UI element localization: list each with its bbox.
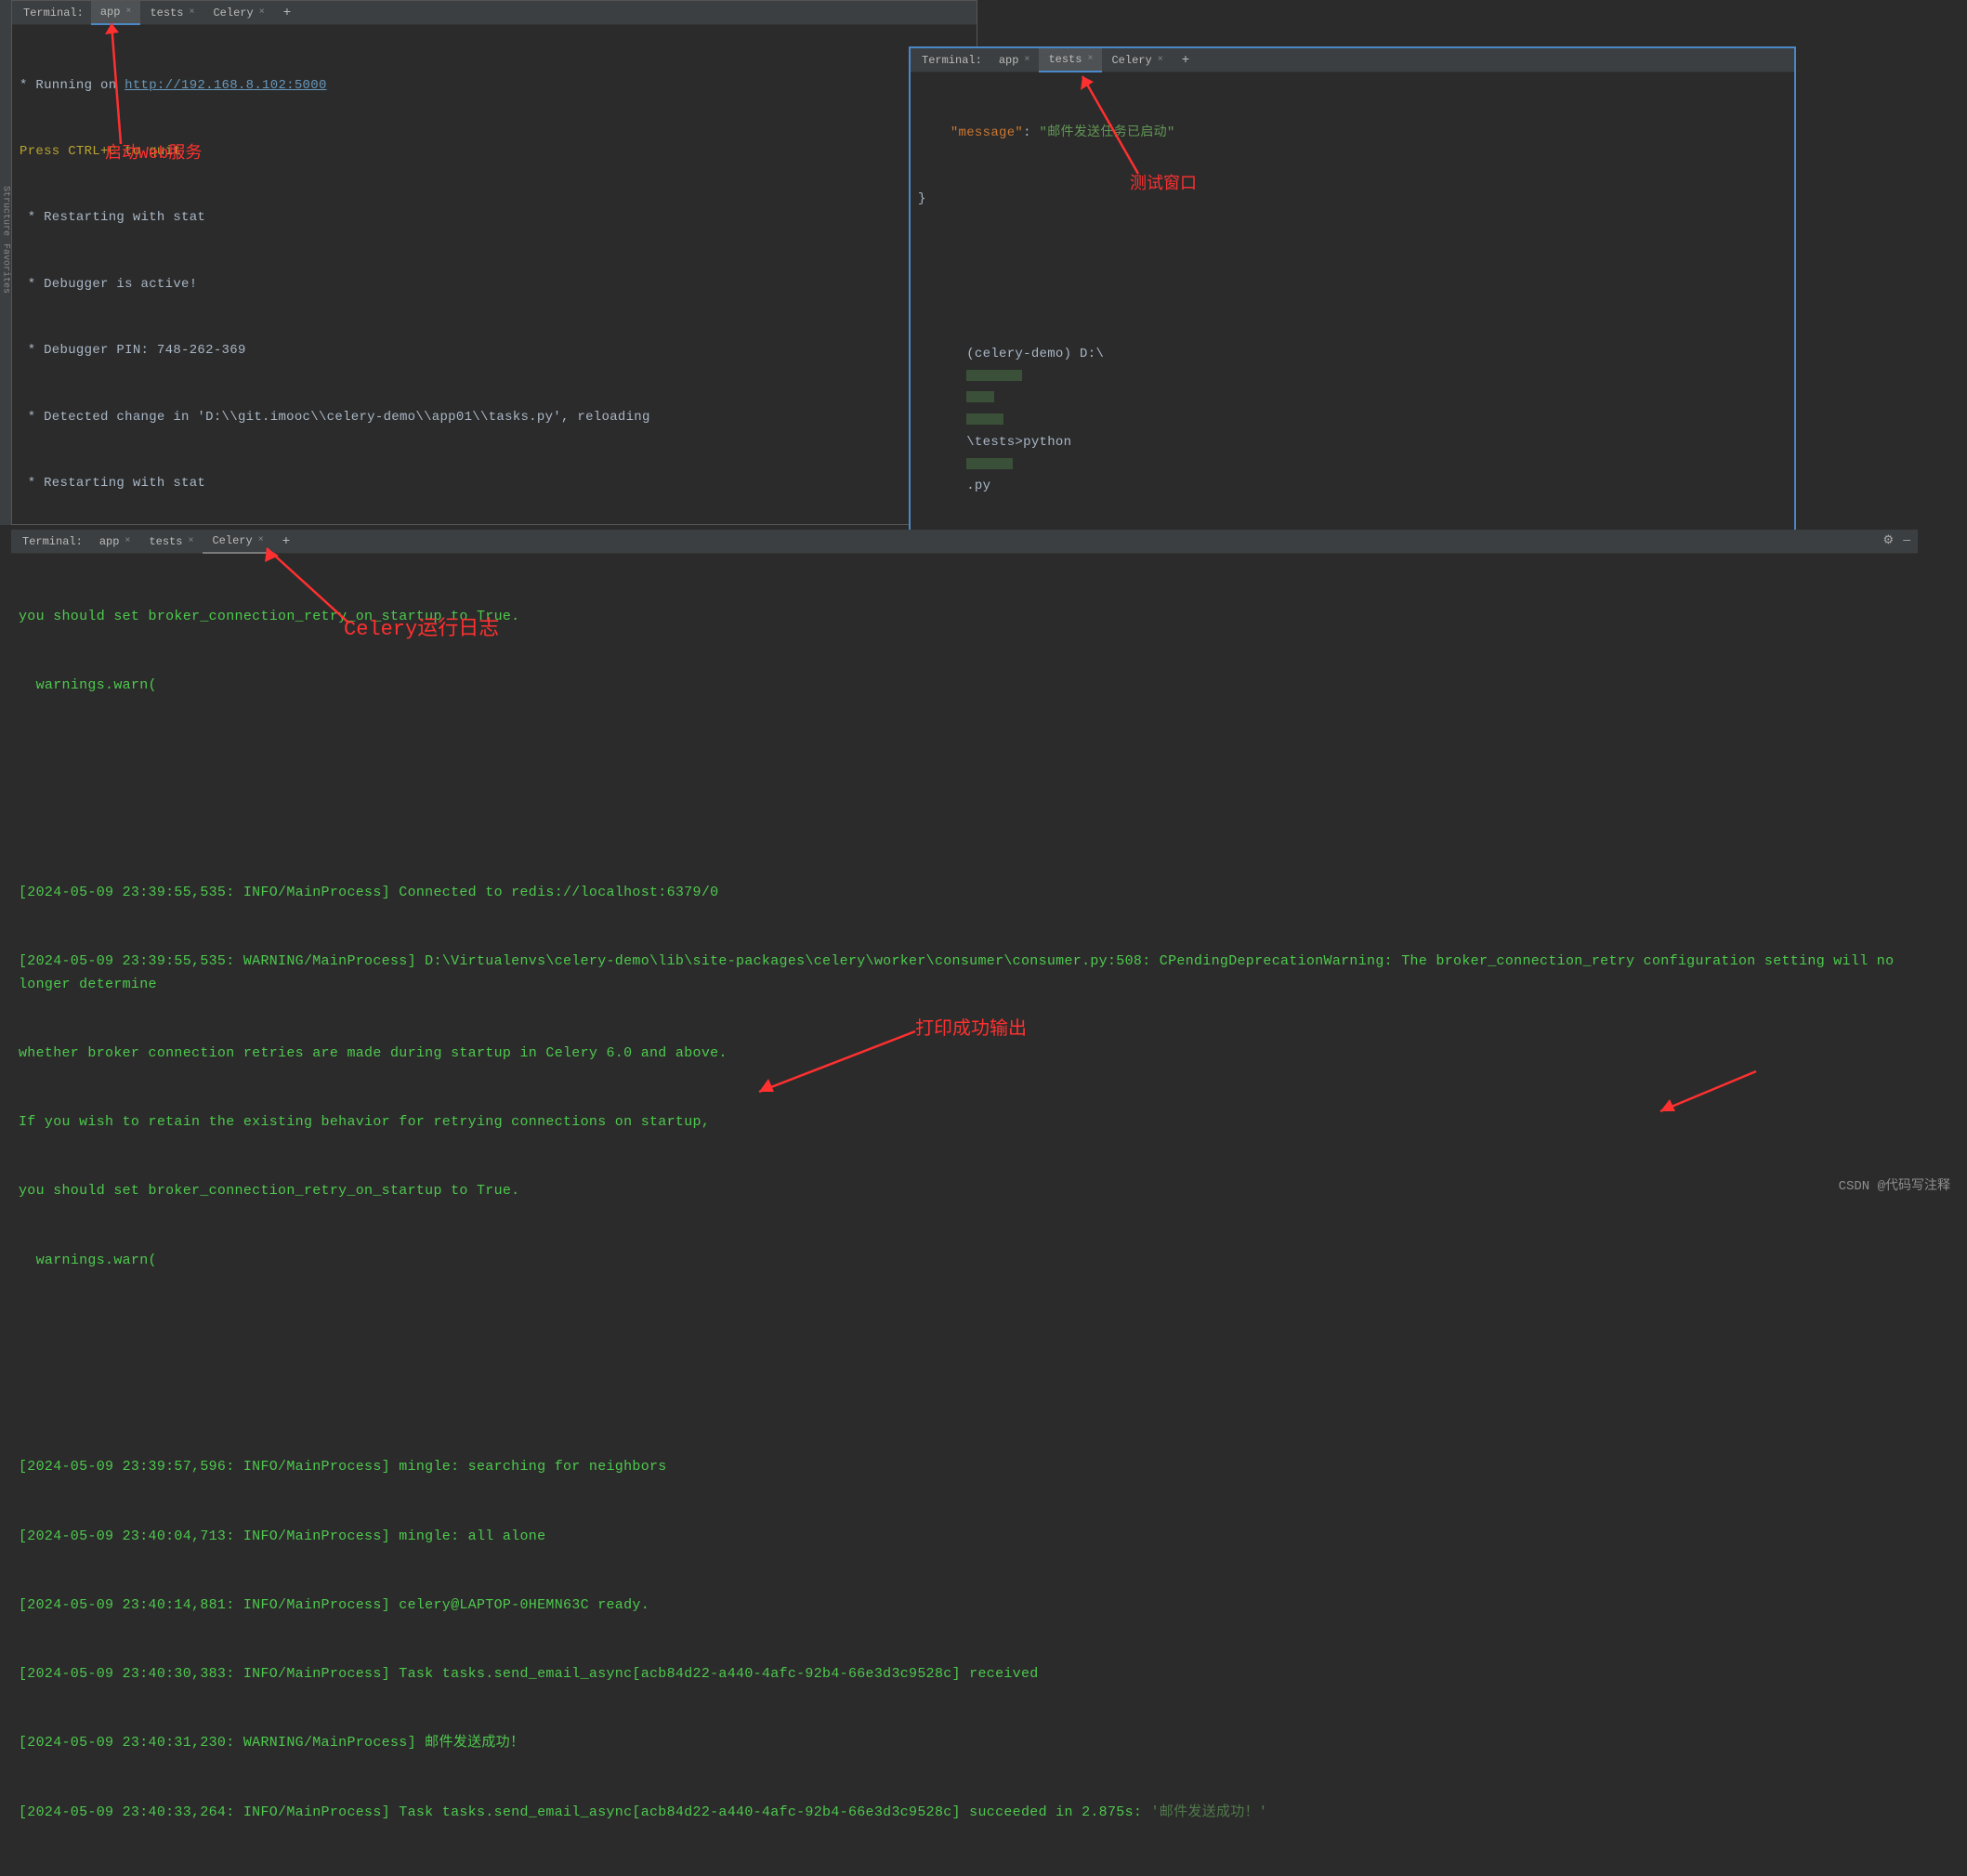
gear-icon[interactable]: ⚙ — [1883, 533, 1895, 547]
close-icon[interactable]: × — [189, 7, 194, 18]
close-icon[interactable]: × — [1024, 55, 1029, 65]
minimize-icon[interactable]: — — [1903, 533, 1910, 547]
tab-app[interactable]: app× — [990, 48, 1040, 72]
close-icon[interactable]: × — [188, 536, 193, 546]
tab-tests[interactable]: tests× — [140, 1, 203, 25]
ide-left-sidebar[interactable]: Structure Favorites — [0, 0, 11, 525]
add-tab-button[interactable]: + — [273, 534, 299, 549]
terminal-panel-app: Terminal: app× tests× Celery× + * Runnin… — [11, 0, 977, 525]
tab-celery[interactable]: Celery× — [1102, 48, 1172, 72]
terminal-tab-bar-celery: Terminal: app× tests× Celery× + ⚙ — — [11, 530, 1918, 554]
watermark: CSDN @代码写注释 — [1839, 1175, 1950, 1194]
prompt-prefix: (celery-demo) D:\ — [966, 347, 1104, 361]
close-icon[interactable]: × — [125, 536, 130, 546]
sidebar-structure[interactable]: Structure — [1, 186, 11, 236]
tab-celery[interactable]: Celery× — [203, 1, 273, 25]
tab-tests[interactable]: tests× — [139, 530, 203, 554]
tab-bar-label: Terminal: — [914, 54, 990, 67]
tab-tests[interactable]: tests× — [1039, 48, 1102, 72]
add-tab-button[interactable]: + — [274, 6, 300, 20]
redacted-path — [966, 391, 994, 402]
terminal-tab-bar-tests: Terminal: app× tests× Celery× + — [911, 48, 1794, 72]
redacted-filename — [966, 458, 1013, 469]
terminal-panel-tests: Terminal: app× tests× Celery× + "message… — [909, 46, 1796, 537]
tab-celery[interactable]: Celery× — [203, 530, 272, 554]
ctrl-c-hint: Press CTRL+C to quit — [20, 141, 969, 164]
add-tab-button[interactable]: + — [1173, 53, 1199, 68]
close-icon[interactable]: × — [259, 7, 265, 18]
close-icon[interactable]: × — [1087, 54, 1093, 64]
sidebar-favorites[interactable]: Favorites — [1, 243, 11, 294]
tab-app[interactable]: app× — [91, 1, 141, 25]
server-url-link[interactable]: http://192.168.8.102:5000 — [125, 78, 327, 93]
tab-bar-label: Terminal: — [16, 7, 91, 20]
redacted-path — [966, 370, 1022, 381]
tab-app[interactable]: app× — [90, 530, 140, 554]
terminal-tab-bar-app: Terminal: app× tests× Celery× + — [12, 1, 977, 25]
terminal-panel-celery: Terminal: app× tests× Celery× + ⚙ — you … — [11, 530, 1918, 1180]
close-icon[interactable]: × — [1158, 55, 1163, 65]
redacted-path — [966, 413, 1003, 425]
close-icon[interactable]: × — [258, 535, 264, 545]
panel-controls: ⚙ — — [1883, 533, 1910, 547]
close-icon[interactable]: × — [125, 7, 131, 17]
tab-bar-label: Terminal: — [15, 535, 90, 548]
terminal-output-celery[interactable]: you should set broker_connection_retry_o… — [11, 554, 1918, 1876]
